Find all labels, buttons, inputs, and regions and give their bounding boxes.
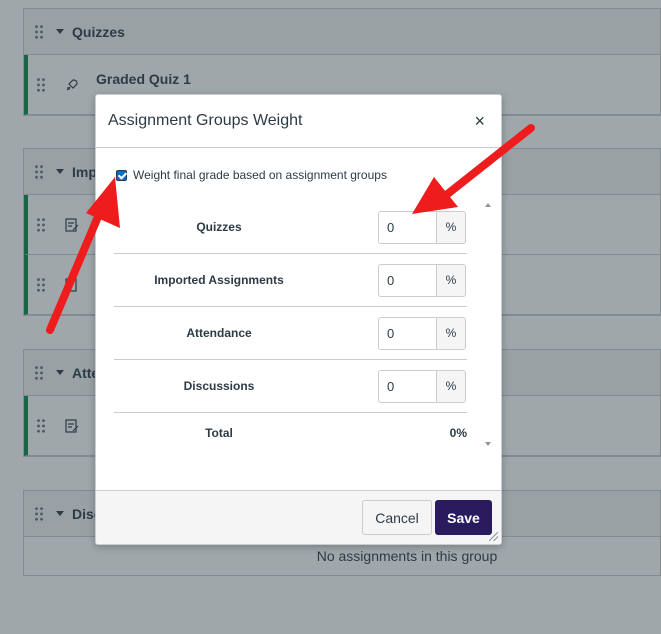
scroll-down-icon[interactable] <box>485 442 491 446</box>
dialog-header: Assignment Groups Weight × <box>96 95 501 148</box>
weight-field: % <box>378 316 466 350</box>
weight-group-name: Discussions <box>183 379 255 393</box>
weight-field: % <box>378 263 466 297</box>
weight-input-quizzes[interactable] <box>378 210 436 244</box>
weight-input-discussions[interactable] <box>378 369 436 403</box>
weight-by-group-option[interactable]: Weight final grade based on assignment g… <box>116 168 387 182</box>
weight-field: % <box>378 369 466 403</box>
dialog-title: Assignment Groups Weight <box>108 112 303 129</box>
close-icon[interactable]: × <box>474 112 485 130</box>
dialog-footer: Cancel Save <box>96 490 501 544</box>
weight-row-imported-assignments: Imported Assignments % <box>114 254 467 307</box>
cancel-button[interactable]: Cancel <box>362 500 432 535</box>
weight-group-name: Imported Assignments <box>154 273 284 287</box>
weight-total-row: Total 0% <box>114 413 467 453</box>
total-label: Total <box>205 426 233 440</box>
weight-row-discussions: Discussions % <box>114 360 467 413</box>
weights-scrollbar[interactable] <box>483 203 493 446</box>
total-value: 0% <box>449 426 467 440</box>
weight-by-group-label[interactable]: Weight final grade based on assignment g… <box>133 168 387 182</box>
percent-suffix: % <box>436 263 466 297</box>
weight-row-attendance: Attendance % <box>114 307 467 360</box>
weight-row-quizzes: Quizzes % <box>114 201 467 254</box>
weight-group-name: Attendance <box>186 326 252 340</box>
percent-suffix: % <box>436 210 466 244</box>
weight-input-imported-assignments[interactable] <box>378 263 436 297</box>
weight-input-attendance[interactable] <box>378 316 436 350</box>
save-button[interactable]: Save <box>435 500 492 535</box>
scroll-up-icon[interactable] <box>485 203 491 207</box>
weight-by-group-checkbox[interactable] <box>116 169 127 181</box>
weight-group-name: Quizzes <box>196 220 242 234</box>
percent-suffix: % <box>436 369 466 403</box>
weight-field: % <box>378 210 466 244</box>
percent-suffix: % <box>436 316 466 350</box>
resize-handle-icon[interactable] <box>489 532 498 541</box>
group-weights-table: Quizzes % Imported Assignments % Attenda… <box>114 201 467 453</box>
dialog-body: Weight final grade based on assignment g… <box>96 148 501 491</box>
assignment-groups-weight-dialog: Assignment Groups Weight × Weight final … <box>95 94 502 545</box>
